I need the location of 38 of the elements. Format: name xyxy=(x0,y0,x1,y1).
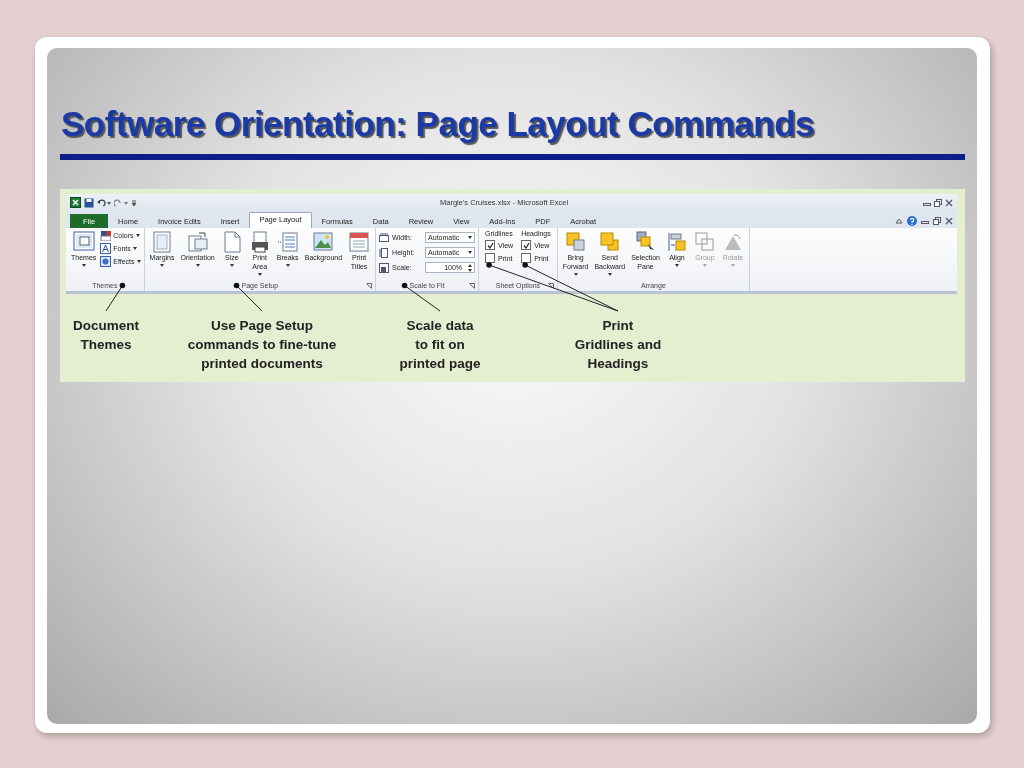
check-icon xyxy=(522,241,530,249)
spinner-arrows-icon[interactable] xyxy=(468,263,473,272)
height-icon xyxy=(379,247,390,258)
dialog-launcher-icon[interactable] xyxy=(547,283,554,289)
font-icon xyxy=(100,243,112,254)
restore-icon[interactable] xyxy=(933,217,941,225)
app-icon[interactable] xyxy=(70,197,81,208)
selection-pane-icon xyxy=(634,231,657,253)
breaks-icon xyxy=(276,231,299,253)
close-icon[interactable] xyxy=(945,198,953,207)
width-icon xyxy=(379,232,390,243)
group-icon xyxy=(693,231,716,253)
undo-icon[interactable] xyxy=(97,198,111,207)
align-icon xyxy=(665,231,688,253)
save-icon[interactable] xyxy=(84,197,94,208)
callout-text: Use Page Setup commands to fine-tune printed documents xyxy=(187,317,337,373)
check-icon xyxy=(486,241,494,249)
caret-icon xyxy=(468,251,473,254)
color-palette-icon xyxy=(100,230,112,241)
callout-text: Document Themes xyxy=(73,317,139,354)
bring-forward-icon xyxy=(564,231,587,253)
caret-icon xyxy=(468,236,473,239)
orientation-icon xyxy=(186,231,209,253)
close-icon[interactable] xyxy=(945,217,953,225)
slide-title: Software Orientation: Page Layout Commands xyxy=(61,104,815,144)
margins-icon xyxy=(151,231,174,253)
callout-text: Scale data to fit on printed page xyxy=(399,317,481,373)
help-icon[interactable] xyxy=(907,216,917,226)
themes-icon xyxy=(72,231,95,253)
send-backward-icon xyxy=(598,231,621,253)
customize-icon[interactable] xyxy=(131,198,137,207)
print-titles-icon xyxy=(348,231,371,253)
collapse-icon[interactable] xyxy=(895,218,903,224)
effects-icon xyxy=(100,256,112,267)
restore-icon[interactable] xyxy=(934,198,942,207)
callout-text: Print Gridlines and Headings xyxy=(574,317,662,373)
scale-icon xyxy=(379,262,390,273)
background-icon xyxy=(312,231,335,253)
